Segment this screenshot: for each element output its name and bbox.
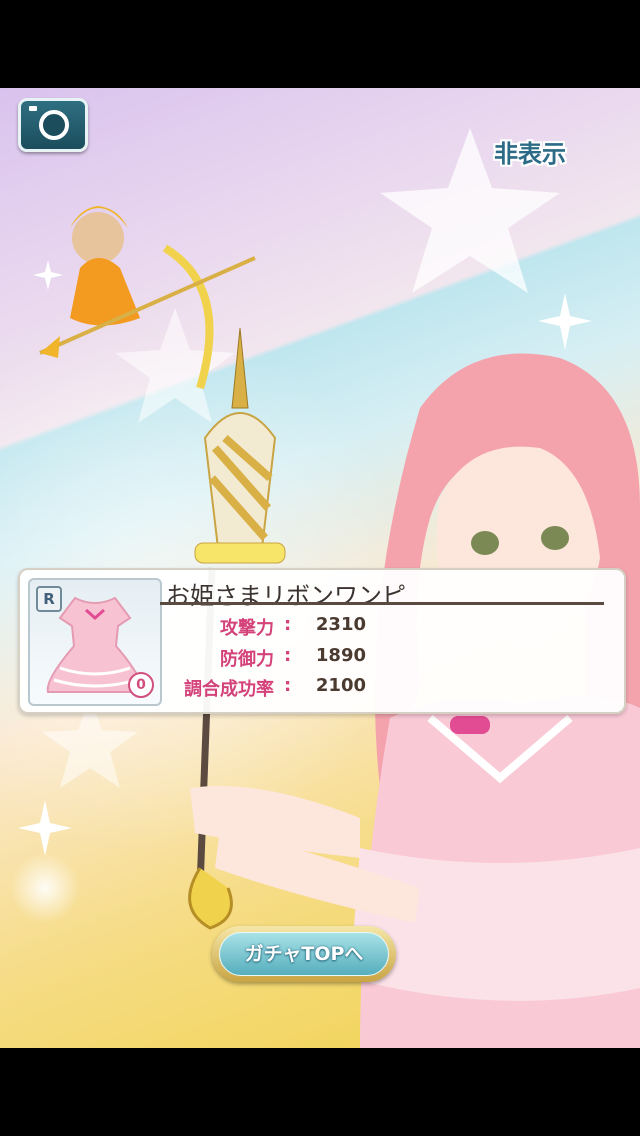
stat-colon: : xyxy=(284,645,292,666)
stat-label: 防御力 xyxy=(220,649,274,670)
gacha-top-button-label: ガチャTOPへ xyxy=(219,932,389,976)
camera-icon xyxy=(29,106,37,111)
camera-button[interactable] xyxy=(18,98,88,152)
stat-label: 調合成功率 xyxy=(184,679,274,700)
camera-lens-icon xyxy=(39,110,69,140)
enhance-level-badge: 0 xyxy=(128,672,154,698)
stat-colon: : xyxy=(284,675,292,696)
stat-label: 攻撃力 xyxy=(220,618,274,639)
hide-ui-button[interactable]: 非表示 xyxy=(494,134,566,169)
stat-value: 2100 xyxy=(315,675,366,696)
gacha-top-button[interactable]: ガチャTOPへ xyxy=(212,926,396,982)
stat-value: 2310 xyxy=(315,614,366,635)
stat-value: 1890 xyxy=(315,645,366,666)
divider xyxy=(160,602,604,605)
item-thumbnail: R 0 xyxy=(28,578,162,706)
stat-colon: : xyxy=(284,614,292,635)
item-info-panel: R 0 お姫さまリボンワンピ 攻撃力 : 2310 防御力 : 1890 調合成… xyxy=(18,568,626,714)
rarity-badge: R xyxy=(36,586,62,612)
item-name: お姫さまリボンワンピ xyxy=(166,582,406,610)
